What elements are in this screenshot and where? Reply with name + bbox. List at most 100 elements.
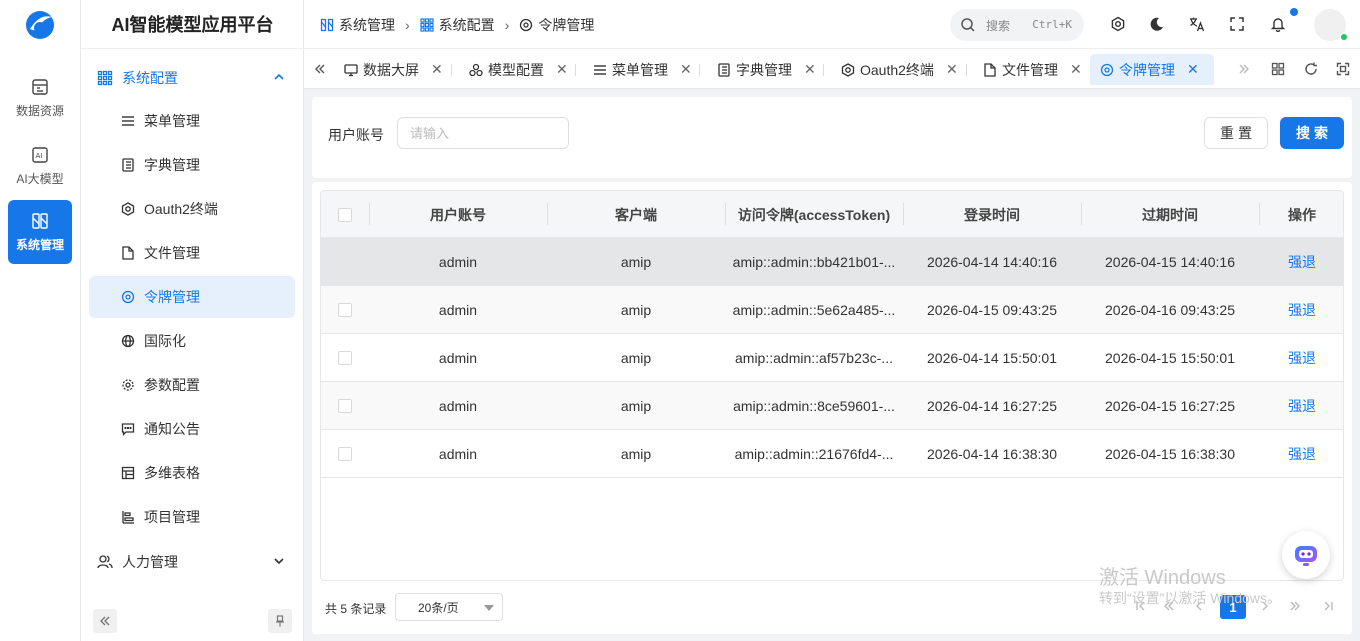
tabs-overview-button[interactable] bbox=[1268, 59, 1288, 79]
breadcrumb-item[interactable]: 系统配置 bbox=[420, 15, 495, 35]
cell-user: admin bbox=[438, 254, 478, 270]
tab-dictionary[interactable]: 字典管理 ✕ bbox=[707, 54, 826, 85]
table-row[interactable]: admin amip amip::admin::21676fd4-... 202… bbox=[321, 430, 1343, 478]
cell-expire-time: 2026-04-15 16:27:25 bbox=[1105, 398, 1235, 414]
sidebar-item-dictionary[interactable]: 字典管理 bbox=[89, 144, 295, 186]
select-all-checkbox[interactable] bbox=[338, 208, 352, 222]
app-logo-icon bbox=[26, 11, 54, 39]
column-header-login-time[interactable]: 登录时间 bbox=[903, 191, 1081, 238]
cell-user: admin bbox=[438, 446, 478, 462]
sidebar-item-oauth2[interactable]: Oauth2终端 bbox=[89, 188, 295, 230]
tab-token-manage[interactable]: 令牌管理 ✕ bbox=[1090, 54, 1214, 85]
cell-expire-time: 2026-04-15 14:40:16 bbox=[1105, 254, 1235, 270]
refresh-icon bbox=[1305, 62, 1317, 75]
sidebar-item-multi-table[interactable]: 多维表格 bbox=[89, 452, 295, 494]
user-account-input[interactable] bbox=[397, 117, 569, 149]
user-account-label: 用户账号 bbox=[328, 127, 384, 143]
close-icon[interactable]: ✕ bbox=[680, 61, 692, 78]
tab-divider bbox=[823, 64, 824, 76]
cell-user: admin bbox=[438, 398, 478, 414]
cell-token: amip::admin::bb421b01-... bbox=[732, 254, 896, 270]
force-logout-link[interactable]: 强退 bbox=[1259, 430, 1343, 478]
tab-oauth2[interactable]: Oauth2终端 ✕ bbox=[831, 54, 968, 85]
row-checkbox[interactable] bbox=[338, 351, 352, 365]
sidebar-item-menu[interactable]: 菜单管理 bbox=[89, 100, 295, 142]
table-row[interactable]: admin amip amip::admin::5e62a485-... 202… bbox=[321, 286, 1343, 334]
tab-data-screen[interactable]: 数据大屏 ✕ bbox=[334, 54, 453, 85]
force-logout-link[interactable]: 强退 bbox=[1259, 238, 1343, 286]
cell-token: amip::admin::5e62a485-... bbox=[732, 302, 896, 318]
reset-button[interactable]: 重置 bbox=[1204, 117, 1268, 149]
avatar[interactable] bbox=[1314, 9, 1348, 41]
cell-login-time: 2026-04-14 15:50:01 bbox=[927, 350, 1057, 366]
row-checkbox[interactable] bbox=[338, 399, 352, 413]
table-row[interactable]: admin amip amip::admin::8ce59601-... 202… bbox=[321, 382, 1343, 430]
sidebar-item-notice[interactable]: 通知公告 bbox=[89, 408, 295, 450]
close-icon[interactable]: ✕ bbox=[431, 61, 443, 78]
notification-button[interactable] bbox=[1268, 14, 1288, 34]
rail-item-data-resource[interactable]: 数据资源 bbox=[8, 66, 72, 130]
cell-client: amip bbox=[620, 446, 652, 462]
column-header-user[interactable]: 用户账号 bbox=[369, 191, 547, 238]
double-chevron-right-icon bbox=[1239, 64, 1249, 74]
close-icon[interactable]: ✕ bbox=[556, 61, 568, 78]
grid-icon bbox=[1271, 62, 1285, 76]
column-header-client[interactable]: 客户端 bbox=[547, 191, 725, 238]
tab-divider bbox=[451, 64, 452, 76]
search-button[interactable]: 搜索 bbox=[1280, 117, 1344, 149]
tab-model-config[interactable]: 模型配置 ✕ bbox=[459, 54, 578, 85]
settings-button[interactable] bbox=[1108, 14, 1128, 34]
theme-toggle-button[interactable] bbox=[1147, 14, 1167, 34]
column-header-expire-time[interactable]: 过期时间 bbox=[1081, 191, 1259, 238]
table-row[interactable]: admin amip amip::admin::bb421b01-... 202… bbox=[321, 238, 1343, 286]
refresh-tab-button[interactable] bbox=[1301, 59, 1321, 79]
maximize-content-button[interactable] bbox=[1333, 59, 1353, 79]
oauth-icon bbox=[121, 202, 135, 216]
next-group-button[interactable] bbox=[1282, 593, 1308, 619]
tabs-scroll-right-button[interactable] bbox=[1234, 59, 1254, 79]
sidebar-item-token[interactable]: 令牌管理 bbox=[89, 276, 295, 318]
tab-file-manage[interactable]: 文件管理 ✕ bbox=[973, 54, 1092, 85]
app-title: AI智能模型应用平台 bbox=[81, 0, 304, 49]
token-icon bbox=[520, 18, 533, 31]
search-placeholder: 搜索 bbox=[986, 18, 1011, 33]
row-checkbox[interactable] bbox=[338, 303, 352, 317]
tab-menu-manage[interactable]: 菜单管理 ✕ bbox=[583, 54, 702, 85]
language-button[interactable] bbox=[1187, 14, 1207, 34]
cell-login-time: 2026-04-14 16:27:25 bbox=[927, 398, 1057, 414]
chatbot-button[interactable] bbox=[1282, 531, 1330, 579]
online-status-dot bbox=[1340, 33, 1348, 41]
collapse-sidebar-button[interactable] bbox=[93, 609, 117, 633]
page-size-select[interactable]: 20条/页 bbox=[395, 593, 503, 621]
tabs-scroll-left-button[interactable] bbox=[310, 59, 330, 79]
pin-sidebar-button[interactable] bbox=[268, 609, 292, 633]
close-icon[interactable]: ✕ bbox=[804, 61, 816, 78]
column-header-token[interactable]: 访问令牌(accessToken) bbox=[725, 191, 903, 238]
force-logout-link[interactable]: 强退 bbox=[1259, 334, 1343, 382]
force-logout-link[interactable]: 强退 bbox=[1259, 286, 1343, 334]
close-icon[interactable]: ✕ bbox=[1187, 61, 1199, 78]
fullscreen-button[interactable] bbox=[1227, 14, 1247, 34]
close-icon[interactable]: ✕ bbox=[946, 61, 958, 78]
global-search[interactable]: 搜索 Ctrl+K bbox=[950, 9, 1084, 41]
menu-group-hr[interactable]: 人力管理 bbox=[89, 540, 296, 584]
rail-item-ai-model[interactable]: AI AI大模型 bbox=[8, 134, 72, 198]
dictionary-icon bbox=[718, 62, 730, 77]
sidebar-item-params[interactable]: 参数配置 bbox=[89, 364, 295, 406]
close-icon[interactable]: ✕ bbox=[1070, 61, 1082, 78]
cell-client: amip bbox=[620, 254, 652, 270]
table-icon bbox=[121, 466, 135, 480]
table-row[interactable]: admin amip amip::admin::af57b23c-... 202… bbox=[321, 334, 1343, 382]
rail-item-system-manage[interactable]: 系统管理 bbox=[8, 200, 72, 264]
menu-list-icon bbox=[594, 64, 606, 75]
sidebar-item-file[interactable]: 文件管理 bbox=[89, 232, 295, 274]
breadcrumb-item[interactable]: 系统管理 bbox=[320, 15, 395, 35]
sidebar-item-i18n[interactable]: 国际化 bbox=[89, 320, 295, 362]
sidebar-item-project[interactable]: 项目管理 bbox=[89, 496, 295, 538]
cell-expire-time: 2026-04-15 16:38:30 bbox=[1105, 446, 1235, 462]
force-logout-link[interactable]: 强退 bbox=[1259, 382, 1343, 430]
row-checkbox[interactable] bbox=[338, 447, 352, 461]
breadcrumb-item: 令牌管理 bbox=[519, 15, 594, 35]
menu-group-system-config[interactable]: 系统配置 bbox=[89, 56, 296, 100]
last-page-button[interactable] bbox=[1315, 593, 1341, 619]
